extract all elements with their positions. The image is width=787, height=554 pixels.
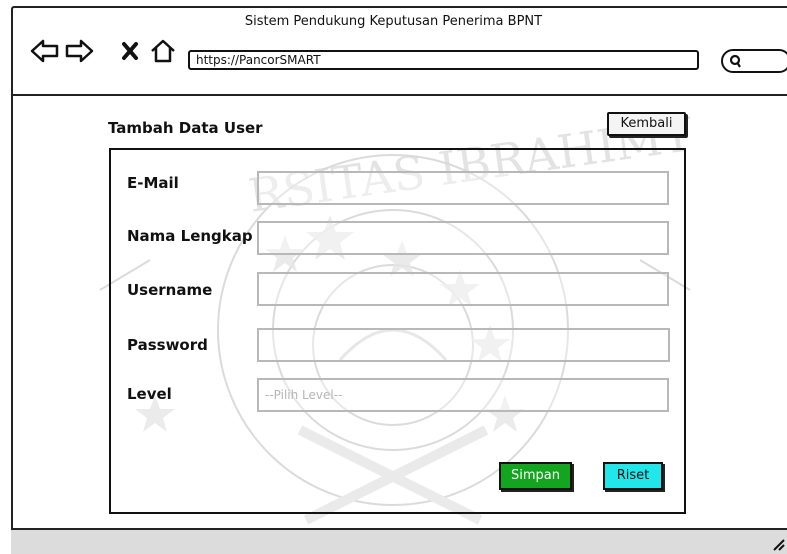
level-label: Level [127,385,172,403]
close-icon[interactable] [121,41,139,65]
url-bar[interactable]: https://PancorSMART [188,50,699,70]
search-field[interactable] [721,49,787,73]
level-select[interactable]: --Pilih Level-- [257,378,669,412]
status-bar [11,528,787,554]
password-field[interactable] [257,328,670,362]
email-label: E-Mail [127,174,179,192]
header-divider [11,94,787,96]
window-title: Sistem Pendukung Keputusan Penerima BPNT [244,14,543,29]
resize-grip-icon[interactable] [771,536,785,554]
save-button[interactable]: Simpan [499,462,572,490]
full-name-field[interactable] [257,221,669,255]
username-label: Username [127,281,213,299]
page-title: Tambah Data User [108,119,263,137]
password-label: Password [127,336,208,354]
arrow-left-icon[interactable] [30,38,60,68]
full-name-label: Nama Lengkap [127,227,253,245]
home-icon[interactable] [149,38,177,68]
email-field[interactable] [257,171,669,205]
reset-button[interactable]: Riset [603,462,663,490]
username-field[interactable] [257,272,669,306]
search-icon[interactable] [729,53,743,73]
back-button[interactable]: Kembali [607,112,686,136]
arrow-right-icon[interactable] [64,38,94,68]
